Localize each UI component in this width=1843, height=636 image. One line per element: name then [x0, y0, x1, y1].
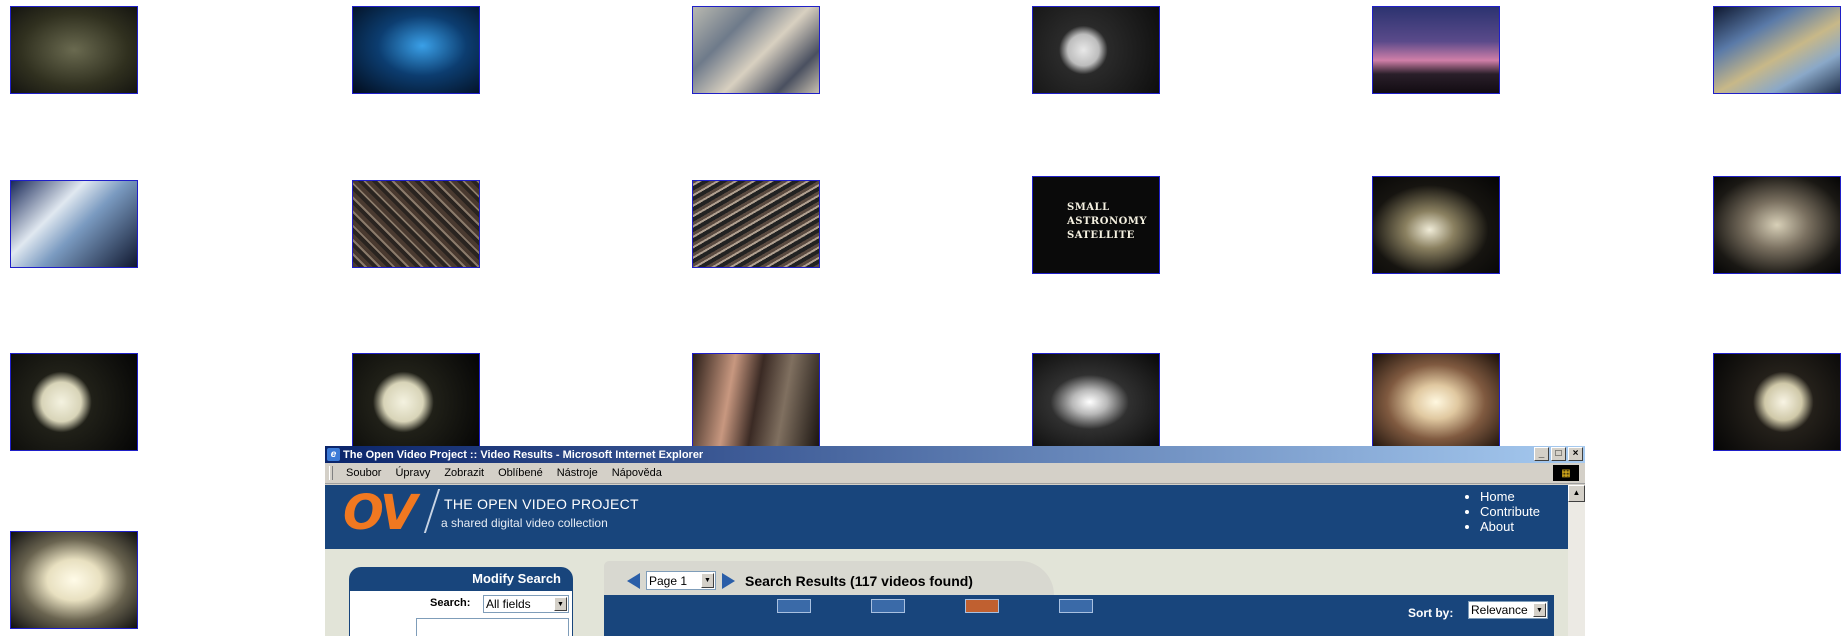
nav-contribute-link[interactable]: Contribute — [1480, 504, 1540, 519]
dropdown-arrow-icon[interactable]: ▼ — [701, 573, 714, 588]
thumbnail[interactable] — [692, 6, 820, 94]
site-subtitle: a shared digital video collection — [441, 516, 608, 530]
caption-line: SMALL — [1067, 202, 1110, 213]
search-scope-select[interactable]: All fields ▼ — [483, 595, 569, 613]
toolbar-grip[interactable] — [329, 466, 333, 480]
vertical-scrollbar[interactable]: ▲ — [1568, 485, 1585, 636]
search-label: Search: — [430, 597, 471, 609]
previous-page-icon[interactable] — [627, 572, 640, 589]
thumbnail[interactable] — [10, 531, 138, 629]
search-scope-value: All fields — [486, 597, 531, 611]
thumbnail[interactable] — [10, 353, 138, 451]
internet-explorer-icon: e — [327, 448, 340, 461]
thumbnail-caption: SMALL ASTRONOMY SATELLITE — [1067, 201, 1147, 243]
results-header-tab: Page 1 ▼ Search Results (117 videos foun… — [604, 561, 1054, 595]
thumbnail[interactable] — [1713, 176, 1841, 274]
thumbnail[interactable] — [1032, 6, 1160, 94]
menu-edit[interactable]: Úpravy — [388, 467, 437, 479]
sort-select[interactable]: Relevance ▼ — [1468, 601, 1548, 619]
pager: Page 1 ▼ Search Results (117 videos foun… — [627, 571, 973, 590]
menu-view[interactable]: Zobrazit — [437, 467, 491, 479]
menu-favorites[interactable]: Oblíbené — [491, 467, 550, 479]
dropdown-arrow-icon[interactable]: ▼ — [1533, 603, 1546, 617]
menu-tools[interactable]: Nástroje — [550, 467, 605, 479]
menu-bar: Soubor Úpravy Zobrazit Oblíbené Nástroje… — [325, 463, 1585, 484]
thumbnail[interactable] — [1372, 353, 1500, 451]
thumbnail[interactable] — [692, 353, 820, 451]
caption-line: SATELLITE — [1067, 230, 1135, 241]
results-toolbar: Sort by: Relevance ▼ — [604, 595, 1554, 636]
page-select-value: Page 1 — [649, 573, 688, 588]
thumbnail[interactable] — [692, 180, 820, 268]
storyboard-view-icon[interactable] — [965, 599, 999, 613]
nav-home-link[interactable]: Home — [1480, 489, 1540, 504]
minimize-button[interactable]: _ — [1534, 447, 1549, 461]
thumbnail[interactable] — [1372, 176, 1500, 274]
detail-view-icon[interactable] — [871, 599, 905, 613]
results-panel: Page 1 ▼ Search Results (117 videos foun… — [604, 561, 1554, 636]
thumbnail[interactable] — [1372, 6, 1500, 94]
site-header: OV THE OPEN VIDEO PROJECT a shared digit… — [325, 485, 1568, 549]
site-logo[interactable]: OV — [343, 487, 417, 539]
results-summary: Search Results (117 videos found) — [745, 572, 973, 589]
next-page-icon[interactable] — [722, 572, 735, 589]
nav-about-link[interactable]: About — [1480, 519, 1540, 534]
thumbnail[interactable] — [352, 353, 480, 451]
title-bar[interactable]: e The Open Video Project :: Video Result… — [325, 446, 1585, 463]
menu-help[interactable]: Nápověda — [605, 467, 669, 479]
scroll-up-arrow-icon[interactable]: ▲ — [1568, 485, 1585, 502]
dropdown-arrow-icon[interactable]: ▼ — [554, 597, 567, 611]
close-button[interactable]: × — [1568, 447, 1583, 461]
thumbnail[interactable] — [1713, 6, 1841, 94]
rated-view-icon[interactable] — [1059, 599, 1093, 613]
modify-search-heading: Modify Search — [349, 567, 573, 591]
thumbnail[interactable]: SMALL ASTRONOMY SATELLITE — [1032, 176, 1160, 274]
thumbnail[interactable] — [10, 6, 138, 94]
top-nav: Home Contribute About — [1464, 489, 1540, 534]
modify-search-panel: Modify Search Search: All fields ▼ — [349, 567, 573, 636]
maximize-button[interactable]: □ — [1551, 447, 1566, 461]
logo-divider — [423, 489, 441, 533]
menu-file[interactable]: Soubor — [339, 467, 388, 479]
modify-search-body: Search: All fields ▼ — [349, 591, 573, 636]
thumbnail[interactable] — [1713, 353, 1841, 451]
sort-value: Relevance — [1471, 603, 1528, 617]
caption-line: ASTRONOMY — [1067, 216, 1148, 227]
window-title: The Open Video Project :: Video Results … — [343, 448, 704, 461]
thumbnail[interactable] — [352, 6, 480, 94]
window-controls: _ □ × — [1534, 447, 1583, 461]
thumbnail[interactable] — [10, 180, 138, 268]
list-view-icon[interactable] — [777, 599, 811, 613]
windows-logo-icon: ▦ — [1553, 465, 1579, 481]
browser-window: e The Open Video Project :: Video Result… — [325, 446, 1585, 636]
page-content: OV THE OPEN VIDEO PROJECT a shared digit… — [325, 485, 1568, 636]
thumbnail[interactable] — [352, 180, 480, 268]
page-select[interactable]: Page 1 ▼ — [646, 571, 716, 590]
sort-label: Sort by: — [1408, 606, 1454, 620]
thumbnail[interactable] — [1032, 353, 1160, 451]
search-input[interactable] — [416, 618, 569, 636]
site-title: THE OPEN VIDEO PROJECT — [444, 496, 639, 512]
